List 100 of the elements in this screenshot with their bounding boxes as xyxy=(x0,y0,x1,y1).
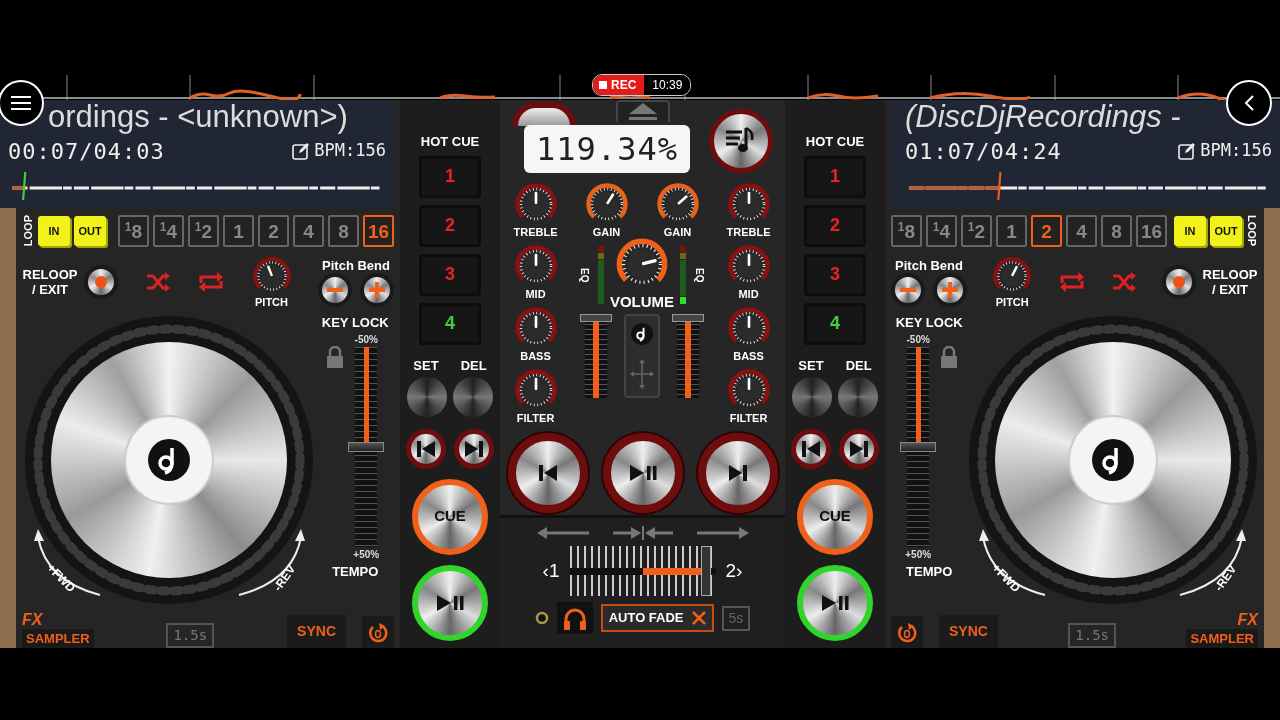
loop-label: LOOP xyxy=(22,215,34,247)
scale-label: +50% xyxy=(353,548,380,562)
sync-button[interactable]: SYNC xyxy=(287,615,346,648)
track-title: ordings - <unknown>) xyxy=(48,100,348,134)
set-cue-button[interactable] xyxy=(407,376,447,417)
bpm-readout: BPM:156 xyxy=(1200,139,1272,163)
reset-button[interactable] xyxy=(362,616,394,648)
previous-cue-button[interactable] xyxy=(406,428,446,469)
loop-label: LOOP xyxy=(1246,215,1258,247)
loop-length-button[interactable]: 16 xyxy=(363,215,394,247)
minus-icon xyxy=(900,287,916,292)
set-cue-button[interactable] xyxy=(792,376,832,417)
loop-length-button[interactable]: $^{1}$8 xyxy=(118,215,149,247)
hot-cue-button[interactable]: 2 xyxy=(419,204,481,247)
eq-label: EQ xyxy=(577,267,591,283)
sampler-tab[interactable]: SAMPLER xyxy=(22,628,94,648)
knob-label: TREBLE xyxy=(726,226,771,238)
sampler-tab[interactable]: SAMPLER xyxy=(1186,628,1258,648)
close-icon xyxy=(691,611,706,625)
pitch-readout: 119.34% xyxy=(524,125,690,173)
hot-cue-button[interactable]: 3 xyxy=(804,253,866,296)
edit-icon[interactable] xyxy=(292,142,311,160)
hot-cue-button[interactable]: 1 xyxy=(804,155,866,198)
headphones-button[interactable] xyxy=(556,602,593,634)
fx-label: FX xyxy=(22,610,43,629)
converging-arrows-icon xyxy=(612,526,673,540)
hot-cue-label: HOT CUE xyxy=(420,133,480,151)
next-cue-button[interactable] xyxy=(839,428,879,469)
loop-length-button[interactable]: 4 xyxy=(293,215,324,247)
hot-cue-button[interactable]: 1 xyxy=(419,155,481,198)
loop-length-button[interactable]: 4 xyxy=(1066,215,1097,247)
pitch-up-button[interactable] xyxy=(360,272,394,307)
reset-button[interactable] xyxy=(891,616,923,648)
knob-label: FILTER xyxy=(516,412,555,424)
dot-icon xyxy=(1173,276,1185,288)
hot-cue-button[interactable]: 3 xyxy=(419,253,481,296)
sync-button[interactable]: SYNC xyxy=(939,615,998,648)
loop-length-button[interactable]: $^{1}$4 xyxy=(153,215,184,247)
knob-label: BASS xyxy=(733,350,764,362)
knob-label: GAIN xyxy=(663,226,692,238)
loop-length-button[interactable]: $^{1}$2 xyxy=(961,215,992,247)
delete-label: DEL xyxy=(460,357,487,373)
skip-forward-icon xyxy=(847,438,871,459)
set-label: SET xyxy=(413,357,439,373)
loop-length-button[interactable]: 16 xyxy=(1136,215,1167,247)
previous-cue-button[interactable] xyxy=(791,428,831,469)
knob-label: MID xyxy=(525,288,546,300)
delete-cue-button[interactable] xyxy=(453,376,493,417)
loop-length-button[interactable]: 2 xyxy=(258,215,289,247)
pitch-label: PITCH xyxy=(995,296,1029,308)
delete-cue-button[interactable] xyxy=(838,376,878,417)
eject-button[interactable] xyxy=(615,100,670,122)
pitch-up-button[interactable] xyxy=(933,272,967,307)
record-indicator[interactable]: REC xyxy=(593,75,645,95)
time-readout: 00:07/04:03 xyxy=(8,137,165,166)
loop-length-button[interactable]: $^{1}$2 xyxy=(188,215,219,247)
reloop-button[interactable] xyxy=(1162,265,1196,299)
jack-icon xyxy=(534,611,549,625)
loop-length-button[interactable]: $^{1}$8 xyxy=(891,215,922,247)
loop-length-button[interactable]: 1 xyxy=(996,215,1027,247)
loop-out-button[interactable]: OUT xyxy=(74,216,106,246)
loop-out-button[interactable]: OUT xyxy=(1210,216,1242,246)
repeat-icon[interactable] xyxy=(197,271,225,293)
knob-label: FILTER xyxy=(729,412,768,424)
loop-length-button[interactable]: 2 xyxy=(1031,215,1062,247)
hot-cue-button[interactable]: 4 xyxy=(804,302,866,345)
loop-in-button[interactable]: IN xyxy=(38,216,70,246)
loop-length-button[interactable]: 1 xyxy=(223,215,254,247)
dj-logo-icon xyxy=(148,439,191,481)
dj-logo-icon xyxy=(631,323,653,345)
lock-icon[interactable] xyxy=(326,346,345,368)
next-cue-button[interactable] xyxy=(454,428,494,469)
auto-fade-button[interactable]: AUTO FADE xyxy=(600,604,714,632)
lock-icon[interactable] xyxy=(940,346,959,368)
shuffle-icon[interactable] xyxy=(144,272,171,292)
loop-in-button[interactable]: IN xyxy=(1174,216,1206,246)
shuffle-icon[interactable] xyxy=(1110,272,1137,292)
reloop-button[interactable] xyxy=(84,265,118,299)
edit-icon[interactable] xyxy=(1178,142,1197,160)
level-meter xyxy=(597,246,604,304)
fade-time: 5s xyxy=(721,605,751,631)
deck-two-label: 2› xyxy=(725,558,743,583)
back-button[interactable] xyxy=(1226,80,1272,126)
menu-button[interactable] xyxy=(0,80,44,126)
loop-length-button[interactable]: $^{1}$4 xyxy=(926,215,957,247)
deck-one-label: ‹1 xyxy=(542,558,560,583)
loop-length-button[interactable]: 8 xyxy=(328,215,359,247)
menu-icon xyxy=(11,95,31,111)
hot-cue-button[interactable]: 2 xyxy=(804,204,866,247)
round-button[interactable] xyxy=(512,102,576,126)
loop-length-button[interactable]: 8 xyxy=(1101,215,1132,247)
cue-button[interactable]: CUE xyxy=(412,478,488,555)
pitch-down-button[interactable] xyxy=(318,272,352,307)
pitch-bend-label: Pitch Bend xyxy=(895,257,963,273)
delete-label: DEL xyxy=(845,357,872,373)
pitch-down-button[interactable] xyxy=(891,272,925,307)
cue-button[interactable]: CUE xyxy=(797,478,873,555)
dj-logo-icon xyxy=(1091,439,1134,481)
sample-time: 1.5s xyxy=(166,623,215,648)
hot-cue-button[interactable]: 4 xyxy=(419,302,481,345)
